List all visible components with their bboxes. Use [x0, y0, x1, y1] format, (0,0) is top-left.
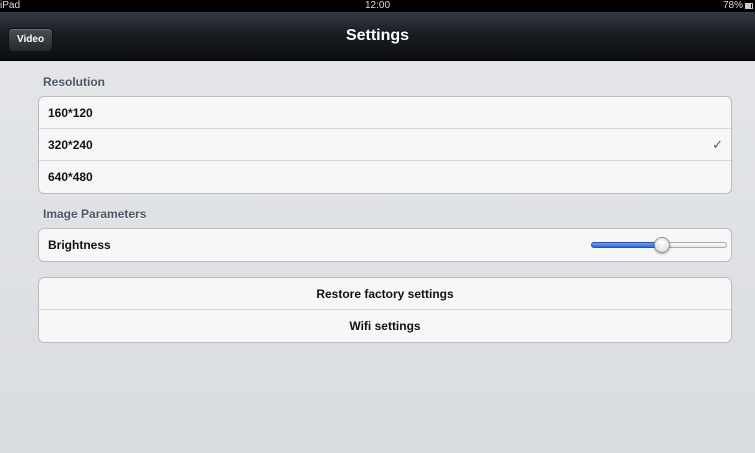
image-parameters-header: Image Parameters — [43, 207, 147, 221]
restore-factory-settings-button[interactable]: Restore factory settings — [39, 278, 731, 310]
resolution-header: Resolution — [43, 75, 105, 89]
page-title: Settings — [345, 27, 410, 44]
brightness-label: Brightness — [48, 238, 111, 252]
checkmark-icon: ✓ — [712, 137, 723, 152]
resolution-option-160x120[interactable]: 160*120 ✓ — [39, 97, 731, 129]
brightness-slider[interactable] — [591, 237, 727, 253]
brightness-row: Brightness — [39, 229, 731, 261]
resolution-group: 160*120 ✓ 320*240 ✓ 640*480 ✓ — [38, 96, 732, 194]
actions-group: Restore factory settings Wifi settings — [38, 277, 732, 343]
wifi-settings-button[interactable]: Wifi settings — [39, 310, 731, 342]
slider-fill — [591, 242, 662, 248]
video-back-button[interactable]: Video — [8, 28, 54, 52]
navigation-bar: Settings Video — [0, 12, 755, 61]
image-parameters-group: Brightness — [38, 228, 732, 262]
settings-content: Resolution 160*120 ✓ 320*240 ✓ 640*480 ✓… — [0, 61, 755, 453]
resolution-option-640x480[interactable]: 640*480 ✓ — [39, 161, 731, 193]
resolution-option-label: 640*480 — [48, 170, 93, 184]
battery-icon — [745, 3, 753, 9]
battery-percent: 78% — [722, 0, 743, 11]
settings-screen: iPad 12:00 78% Settings Video Resolution… — [0, 0, 755, 453]
resolution-option-label: 160*120 — [48, 106, 93, 120]
resolution-option-320x240[interactable]: 320*240 ✓ — [39, 129, 731, 161]
slider-thumb[interactable] — [653, 237, 670, 253]
resolution-option-label: 320*240 — [48, 138, 93, 152]
status-clock: 12:00 — [364, 0, 391, 11]
status-bar: iPad 12:00 78% — [0, 0, 755, 12]
battery-indicator: 78% — [723, 0, 753, 12]
